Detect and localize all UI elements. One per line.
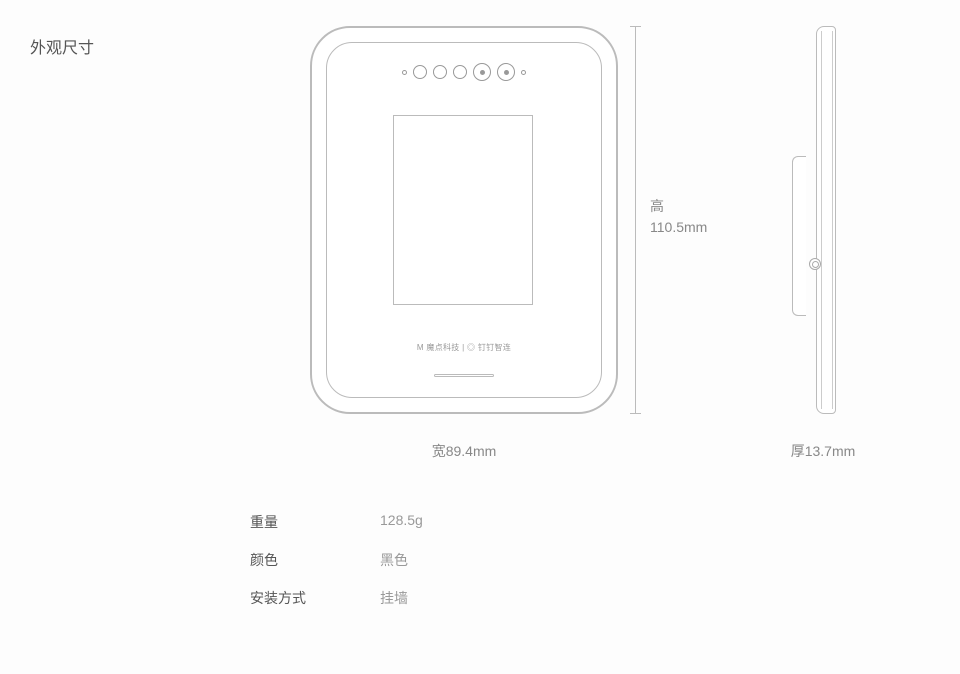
spec-table: 重量 128.5g 颜色 黑色 安装方式 挂墙 <box>250 512 423 626</box>
camera-lens-icon <box>497 63 515 81</box>
height-dimension-line <box>635 26 636 414</box>
sensor-dot-icon <box>402 70 407 75</box>
height-label-value: 110.5mm <box>650 217 707 238</box>
spec-value: 128.5g <box>380 512 423 532</box>
camera-lens-icon <box>473 63 491 81</box>
height-label-text: 高 <box>650 196 707 217</box>
sensor-circle-icon <box>433 65 447 79</box>
sensor-circle-icon <box>453 65 467 79</box>
side-seam-line <box>832 31 833 409</box>
spec-row: 颜色 黑色 <box>250 550 423 570</box>
device-logo-text: M 魔点科技 | ◎ 钉钉智连 <box>327 342 601 353</box>
device-front-view: M 魔点科技 | ◎ 钉钉智连 <box>310 26 618 414</box>
section-title: 外观尺寸 <box>30 34 94 58</box>
dimensions-diagram: M 魔点科技 | ◎ 钉钉智连 宽89.4mm 高 110.5mm 厚13.7m… <box>300 26 940 476</box>
spec-row: 重量 128.5g <box>250 512 423 532</box>
spec-label: 重量 <box>250 512 380 532</box>
side-mount-bump <box>792 156 806 316</box>
spec-value: 挂墙 <box>380 588 408 608</box>
device-side-view <box>802 26 836 414</box>
depth-dimension-label: 厚13.7mm <box>778 441 868 461</box>
device-front-inner: M 魔点科技 | ◎ 钉钉智连 <box>326 42 602 398</box>
sensor-row <box>327 63 601 81</box>
spec-label: 颜色 <box>250 550 380 570</box>
sensor-circle-icon <box>413 65 427 79</box>
spec-row: 安装方式 挂墙 <box>250 588 423 608</box>
speaker-slot-icon <box>434 374 494 377</box>
height-dimension-label: 高 110.5mm <box>650 196 707 238</box>
screw-icon <box>809 258 821 270</box>
spec-value: 黑色 <box>380 550 408 570</box>
device-screen-outline <box>393 115 533 305</box>
sensor-dot-icon <box>521 70 526 75</box>
width-dimension-label: 宽89.4mm <box>310 441 618 461</box>
spec-label: 安装方式 <box>250 588 380 608</box>
side-body-outline <box>816 26 836 414</box>
